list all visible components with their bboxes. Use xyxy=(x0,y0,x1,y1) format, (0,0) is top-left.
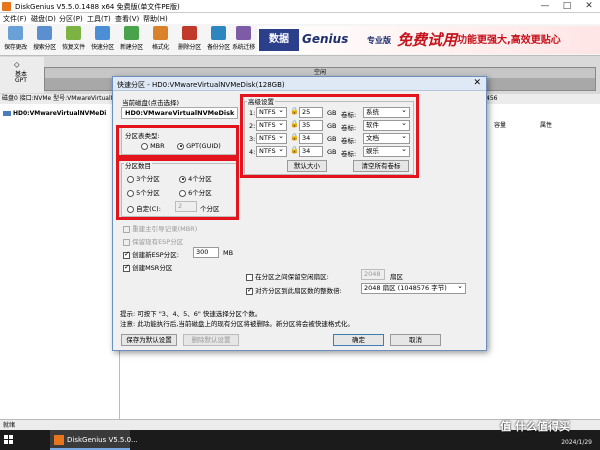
delete-default-button[interactable]: 删除默认设置 xyxy=(183,334,239,346)
quick-partition-icon xyxy=(95,26,110,40)
search-partition-button[interactable]: 搜索分区 xyxy=(30,26,59,54)
banner-slogan: 功能更强大,高效更贴心 xyxy=(457,35,561,46)
windows-start-icon[interactable] xyxy=(4,435,14,445)
banner-tag: 专业版 xyxy=(367,36,391,45)
diskgenius-icon xyxy=(54,435,64,445)
new-partition-icon xyxy=(124,26,139,40)
highlight-advanced-settings xyxy=(240,94,419,178)
search-icon xyxy=(37,26,52,40)
banner-promo: 免费试用 xyxy=(397,31,458,49)
window-title: DiskGenius V5.5.0.1488 x64 免费版(单文件PE版) xyxy=(15,3,180,11)
current-disk-label: 当前磁盘(点击选择) xyxy=(122,99,180,107)
maximize-button[interactable]: □ xyxy=(556,0,578,13)
format-button[interactable]: 格式化 xyxy=(146,26,175,54)
restore-files-button[interactable]: 恢复文件 xyxy=(59,26,88,54)
warning-text: 注意: 此功能执行后,当前磁盘上的现有分区将被删除。新分区将会被快速格式化。 xyxy=(120,320,354,328)
promo-banner[interactable]: 数据 Genius 专业版 免费试用 功能更强大,高效更贴心 xyxy=(257,26,600,54)
migrate-icon xyxy=(236,26,251,40)
save-default-button[interactable]: 保存为默认设置 xyxy=(121,334,177,346)
dialog-title: 快速分区 - HD0:VMwareVirtualNVMeDisk(128GB) xyxy=(117,81,285,89)
disk-type-panel: ⬦ 基本 GPT xyxy=(0,57,44,93)
cancel-button[interactable]: 取消 xyxy=(390,334,441,346)
close-window-button[interactable]: ✕ xyxy=(578,0,600,13)
minimize-button[interactable]: — xyxy=(534,0,556,13)
disk-tree: HD0:VMwareVirtualNVMeDi xyxy=(0,104,120,419)
delete-partition-button[interactable]: 删除分区 xyxy=(175,26,204,54)
highlight-partition-count xyxy=(116,158,239,220)
app-logo-icon xyxy=(2,2,11,11)
restore-icon xyxy=(66,26,81,40)
backup-icon xyxy=(211,26,226,40)
taskbar-date: 2024/1/29 xyxy=(561,439,592,446)
create-esp-checkbox[interactable]: 创建新ESP分区: xyxy=(123,249,179,259)
save-changes-button[interactable]: 保存更改 xyxy=(1,26,30,54)
banner-logo: 数据 xyxy=(259,29,299,51)
menu-disk[interactable]: 磁盘(D) xyxy=(31,14,56,24)
menu-bar: 文件(F) 磁盘(D) 分区(P) 工具(T) 查看(V) 帮助(H) xyxy=(0,13,600,24)
align-checkbox[interactable]: 对齐分区到此扇区数的整数倍: xyxy=(246,285,342,295)
quick-partition-dialog: 快速分区 - HD0:VMwareVirtualNVMeDisk(128GB) … xyxy=(112,76,487,351)
disk-table-label: GPT xyxy=(15,77,27,84)
format-icon xyxy=(153,26,168,40)
column-capacity[interactable]: 容量 xyxy=(494,120,506,129)
system-migrate-button[interactable]: 系统迁移 xyxy=(229,26,258,54)
delete-partition-icon xyxy=(182,26,197,40)
save-icon xyxy=(8,26,23,40)
banner-brand: Genius xyxy=(302,32,349,46)
create-msr-checkbox[interactable]: 创建MSR分区 xyxy=(123,262,172,272)
menu-file[interactable]: 文件(F) xyxy=(3,14,27,24)
free-space-input[interactable]: 2048 xyxy=(361,269,385,280)
hint-text: 提示: 可按下 "3、4、5、6" 快速选择分区个数。 xyxy=(120,310,262,318)
watermark: 值 什么值得买 xyxy=(500,420,570,433)
disk-icon xyxy=(3,111,11,116)
dialog-close-button[interactable]: ✕ xyxy=(473,78,481,88)
align-select[interactable]: 2048 扇区 (1048576 字节) xyxy=(361,282,466,294)
free-space-checkbox[interactable]: 在分区之间保留空闲扇区: xyxy=(246,271,329,281)
column-attributes[interactable]: 属性 xyxy=(540,120,552,129)
title-bar: DiskGenius V5.5.0.1488 x64 免费版(单文件PE版) —… xyxy=(0,0,600,13)
esp-size-input[interactable]: 300 xyxy=(193,247,219,258)
new-partition-button[interactable]: 新建分区 xyxy=(117,26,146,54)
tree-item-disk0[interactable]: HD0:VMwareVirtualNVMeDi xyxy=(3,110,106,117)
free-space-unit: 扇区 xyxy=(390,273,403,281)
highlight-partition-type xyxy=(116,125,239,158)
current-disk-selector[interactable]: HD0:VMwareVirtualNVMeDisk xyxy=(121,107,238,119)
dialog-title-bar: 快速分区 - HD0:VMwareVirtualNVMeDisk(128GB) … xyxy=(113,77,486,91)
menu-partition[interactable]: 分区(P) xyxy=(59,14,83,24)
menu-view[interactable]: 查看(V) xyxy=(115,14,139,24)
disk-info-right: 456 xyxy=(486,95,498,102)
disk-info-text: 磁盘0 接口:NVMe 型号:VMwareVirtualNVMe xyxy=(2,95,129,102)
keep-esp-checkbox[interactable]: 保留现有ESP分区 xyxy=(123,236,183,246)
quick-partition-button[interactable]: 快速分区 xyxy=(88,26,117,54)
menu-tools[interactable]: 工具(T) xyxy=(87,14,111,24)
ok-button[interactable]: 确定 xyxy=(333,334,384,346)
taskbar-app-diskgenius[interactable]: DiskGenius V5.5.0... xyxy=(50,430,138,450)
rebuild-mbr-checkbox[interactable]: 重建主引导记录(MBR) xyxy=(123,223,197,233)
menu-help[interactable]: 帮助(H) xyxy=(143,14,168,24)
esp-unit: MB xyxy=(223,249,234,257)
